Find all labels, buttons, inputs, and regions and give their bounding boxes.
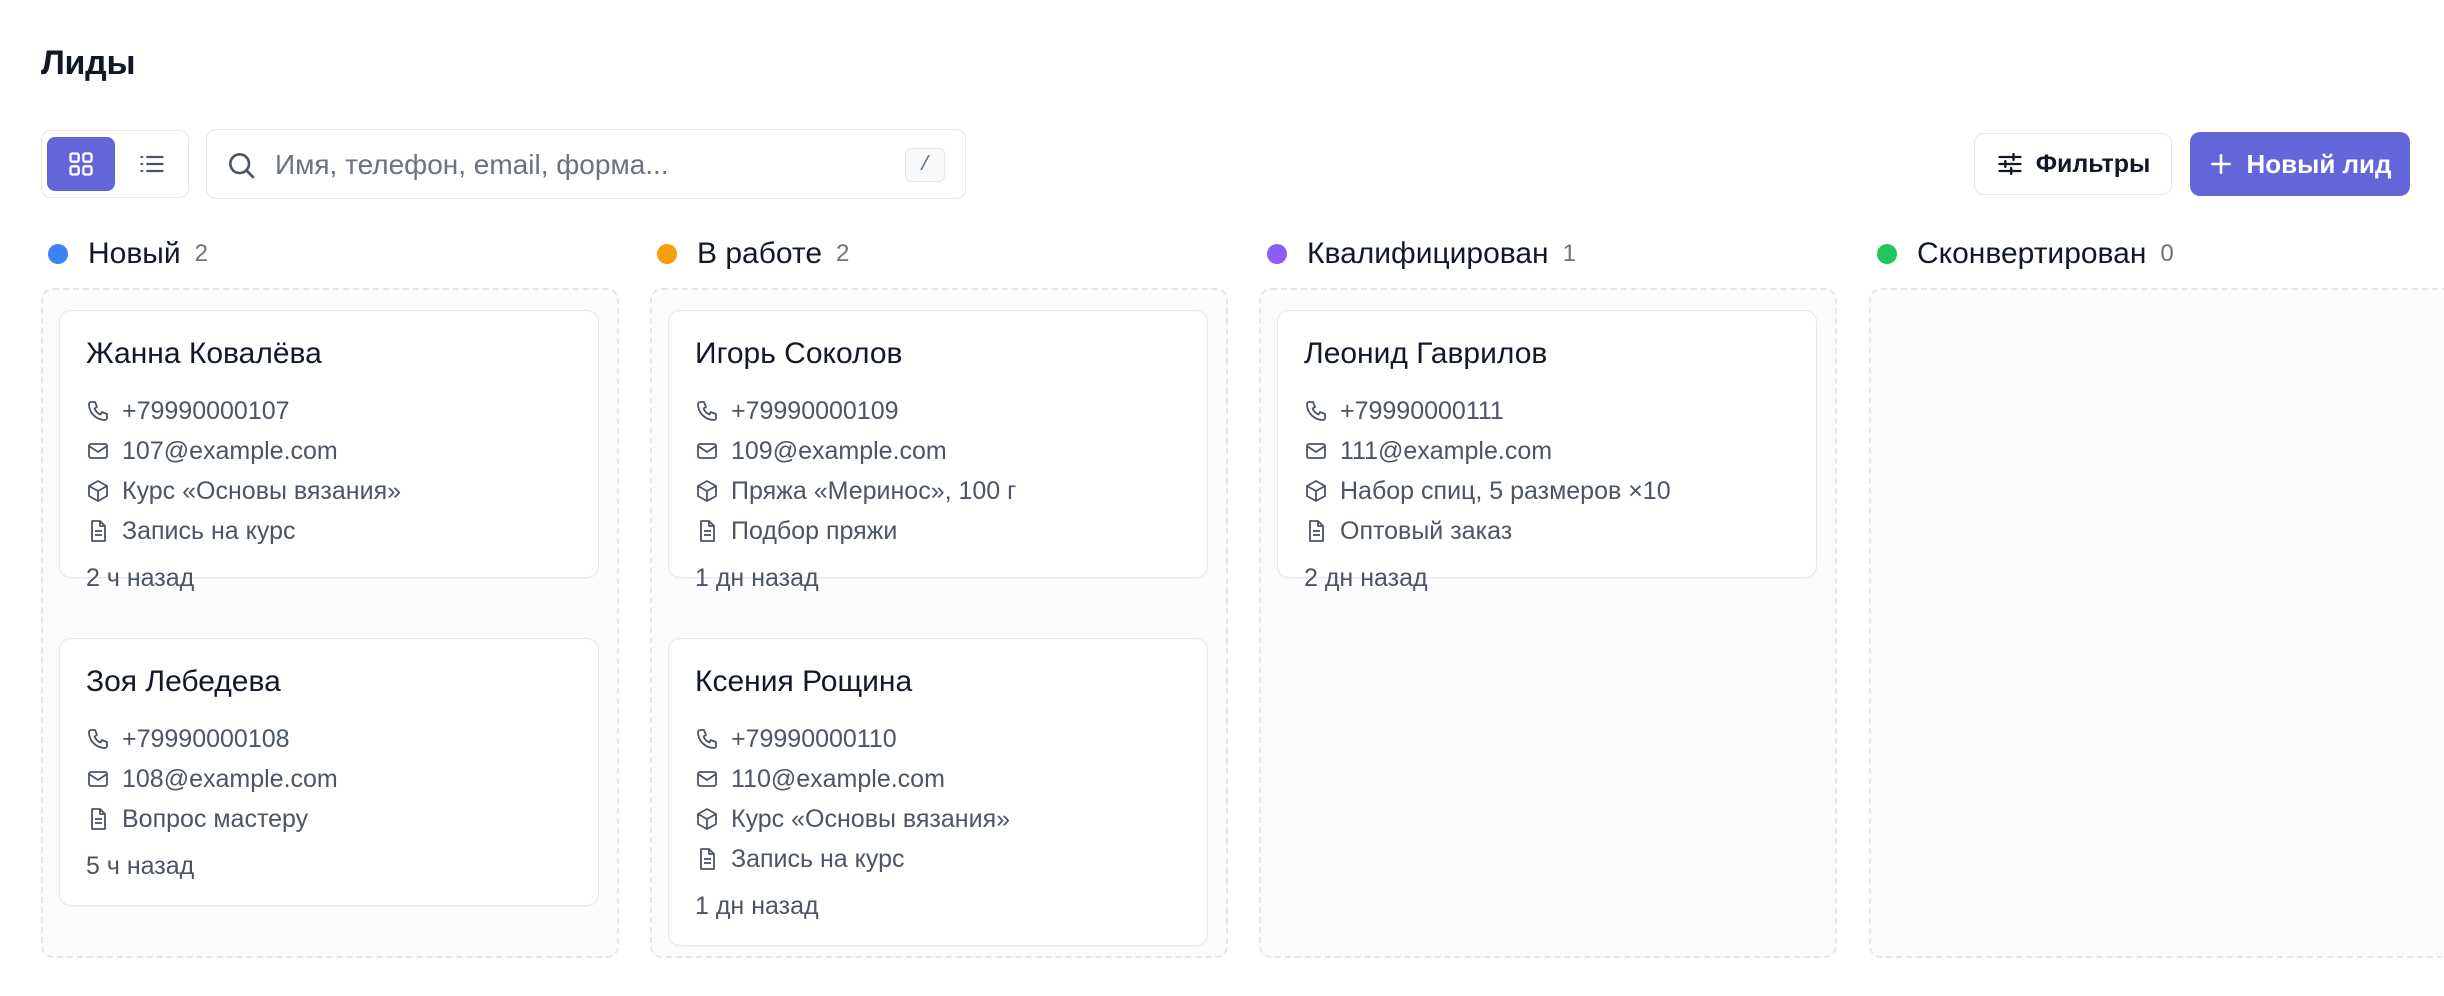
package-icon — [697, 808, 717, 830]
lead-phone: +79990000109 — [695, 396, 899, 426]
lead-name: Зоя Лебедева — [86, 665, 281, 698]
lead-card[interactable]: Леонид Гаврилов +79990000111 111@example… — [1277, 310, 1817, 592]
lead-email: 111@example.com — [1304, 436, 1552, 466]
filters-label: Фильтры — [2035, 149, 2151, 178]
lead-time: 2 дн назад — [1304, 564, 1428, 592]
lead-email: 107@example.com — [86, 436, 338, 466]
lead-phone: +79990000107 — [86, 396, 290, 426]
column-header-new: Новый 2 — [48, 234, 208, 274]
search-shortcut-hint: / — [905, 148, 945, 182]
lead-product: Курс «Основы вязания» — [86, 476, 401, 506]
status-dot — [657, 244, 677, 264]
search-input[interactable] — [273, 142, 877, 188]
lead-card[interactable]: Зоя Лебедева +79990000108 108@example.co… — [59, 638, 599, 906]
plus-icon — [2211, 154, 2232, 174]
lead-phone: +79990000110 — [695, 724, 897, 754]
list-icon — [140, 155, 164, 173]
page-title: Лиды — [41, 44, 136, 82]
status-dot — [48, 244, 68, 264]
lead-card[interactable]: Ксения Рощина +79990000110 110@example.c… — [668, 638, 1208, 946]
new-lead-button[interactable]: Новый лид — [2190, 132, 2410, 196]
column-header-qualified: Квалифицирован 1 — [1267, 234, 1576, 274]
lead-product: Пряжа «Меринос», 100 г — [695, 476, 1016, 506]
mail-icon — [1306, 443, 1326, 459]
new-lead-label: Новый лид — [2246, 148, 2392, 179]
search-icon — [229, 153, 255, 179]
lead-product: Набор спиц, 5 размеров ×10 — [1304, 476, 1671, 506]
phone-icon — [88, 401, 108, 421]
column-title: Квалифицирован — [1307, 237, 1549, 270]
document-icon — [91, 808, 106, 830]
list-view-button[interactable] — [118, 137, 186, 191]
document-icon — [91, 520, 106, 542]
document-icon — [1309, 520, 1324, 542]
column-count: 1 — [1562, 240, 1576, 267]
lead-phone: +79990000108 — [86, 724, 290, 754]
lead-time: 5 ч назад — [86, 852, 195, 880]
lead-email: 108@example.com — [86, 764, 338, 794]
lead-name: Ксения Рощина — [695, 665, 913, 698]
package-icon — [697, 480, 717, 502]
lead-card[interactable]: Игорь Соколов +79990000109 109@example.c… — [668, 310, 1208, 592]
package-icon — [1306, 480, 1326, 502]
lead-time: 2 ч назад — [86, 564, 195, 592]
column-header-in-progress: В работе 2 — [657, 234, 849, 274]
document-icon — [700, 848, 715, 870]
column-qualified: Леонид Гаврилов +79990000111 111@example… — [1259, 288, 1837, 958]
lead-form: Запись на курс — [695, 844, 904, 874]
lead-email: 109@example.com — [695, 436, 947, 466]
column-title: Сконвертирован — [1917, 237, 2147, 270]
lead-name: Игорь Соколов — [695, 337, 903, 370]
column-header-converted: Сконвертирован 0 — [1877, 234, 2174, 274]
grid-icon — [69, 152, 93, 176]
lead-product: Курс «Основы вязания» — [695, 804, 1010, 834]
status-dot — [1877, 244, 1897, 264]
view-toggle — [41, 130, 189, 198]
mail-icon — [88, 771, 108, 787]
column-converted — [1869, 288, 2444, 958]
search-box: / — [206, 129, 966, 199]
column-title: Новый — [88, 237, 181, 270]
column-new: Жанна Ковалёва +79990000107 107@example.… — [41, 288, 619, 958]
column-title: В работе — [697, 237, 823, 270]
lead-form: Оптовый заказ — [1304, 516, 1512, 546]
column-count: 2 — [836, 240, 850, 267]
lead-form: Запись на курс — [86, 516, 295, 546]
filters-button[interactable]: Фильтры — [1974, 133, 2172, 195]
phone-icon — [88, 729, 108, 749]
mail-icon — [697, 771, 717, 787]
lead-form: Подбор пряжи — [695, 516, 897, 546]
lead-phone: +79990000111 — [1304, 396, 1504, 426]
mail-icon — [88, 443, 108, 459]
column-count: 0 — [2160, 240, 2174, 267]
column-in-progress: Игорь Соколов +79990000109 109@example.c… — [650, 288, 1228, 958]
lead-form: Вопрос мастеру — [86, 804, 308, 834]
leads-page: Лиды / Фильтры — [0, 0, 2444, 996]
lead-name: Леонид Гаврилов — [1304, 337, 1548, 370]
lead-card[interactable]: Жанна Ковалёва +79990000107 107@example.… — [59, 310, 599, 592]
sliders-icon — [1998, 152, 2022, 176]
document-icon — [700, 520, 715, 542]
phone-icon — [1306, 401, 1326, 421]
phone-icon — [697, 401, 717, 421]
column-count: 2 — [194, 240, 208, 267]
phone-icon — [697, 729, 717, 749]
lead-time: 1 дн назад — [695, 892, 819, 920]
package-icon — [88, 480, 108, 502]
lead-time: 1 дн назад — [695, 564, 819, 592]
mail-icon — [697, 443, 717, 459]
lead-email: 110@example.com — [695, 764, 945, 794]
grid-view-button[interactable] — [47, 137, 115, 191]
lead-name: Жанна Ковалёва — [86, 337, 322, 370]
status-dot — [1267, 244, 1287, 264]
